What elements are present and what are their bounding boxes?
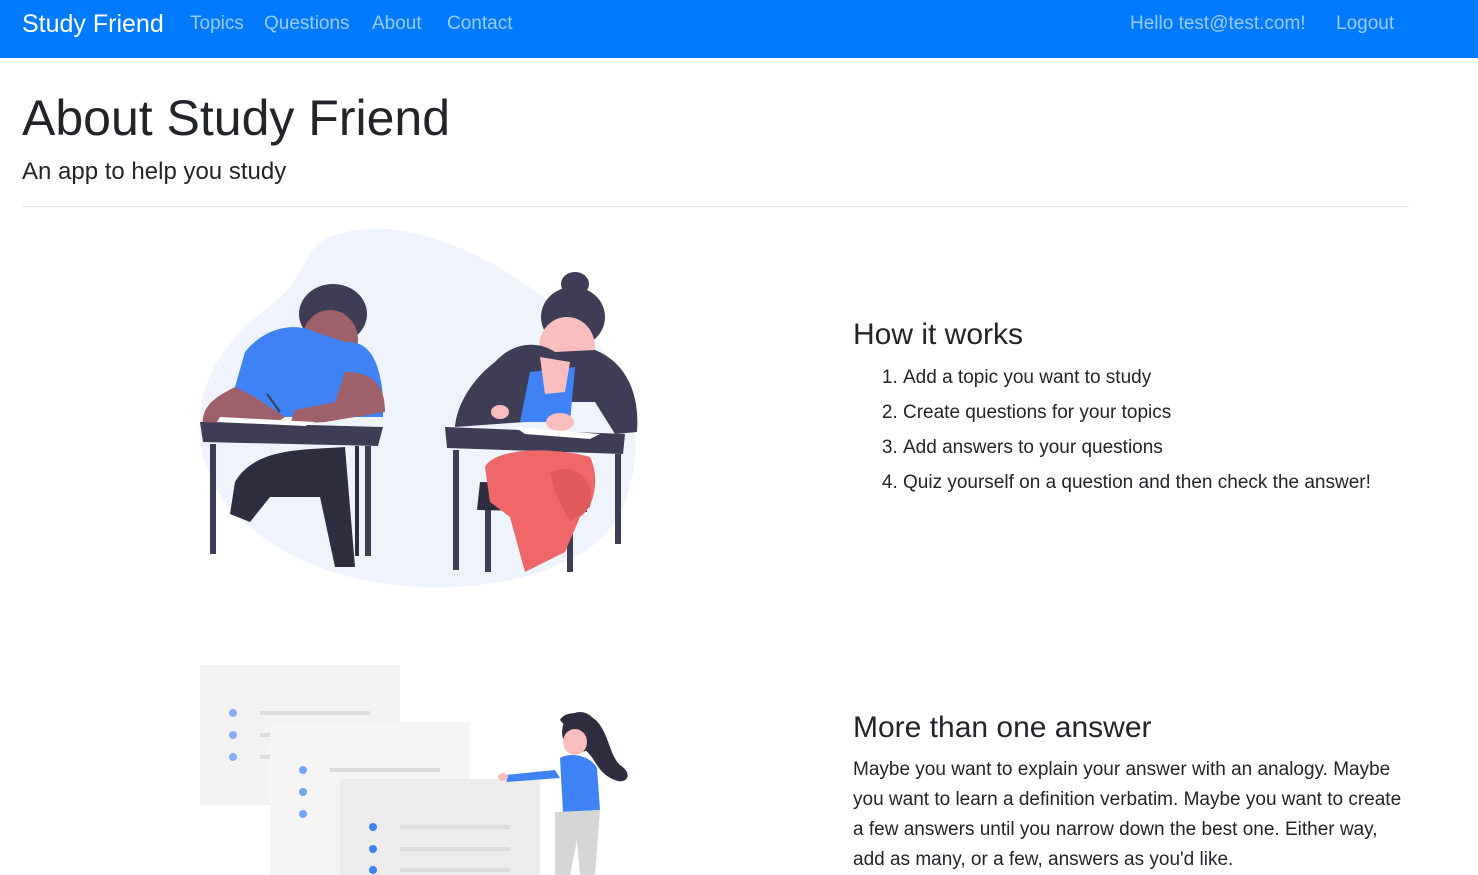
page-subtitle: An app to help you study <box>22 158 287 185</box>
list-item: Add a topic you want to study <box>903 360 1371 395</box>
nav-link-contact[interactable]: Contact <box>447 12 512 36</box>
list-item: Create questions for your topics <box>903 395 1371 430</box>
navbar: Study Friend Topics Questions About Cont… <box>0 0 1478 58</box>
nav-link-questions[interactable]: Questions <box>264 12 350 36</box>
logout-link[interactable]: Logout <box>1336 12 1394 36</box>
user-greeting: Hello test@test.com! <box>1130 13 1306 34</box>
more-than-one-answer-heading: More than one answer <box>853 711 1152 744</box>
steps-list: Add a topic you want to study Create que… <box>853 360 1371 500</box>
list-item: Add answers to your questions <box>903 430 1371 465</box>
how-it-works-heading: How it works <box>853 318 1024 351</box>
students-studying-illustration <box>199 228 638 588</box>
header-divider <box>22 206 1409 207</box>
nav-link-about[interactable]: About <box>372 12 422 36</box>
answer-cards-illustration <box>200 665 628 875</box>
page-title: About Study Friend <box>22 90 451 146</box>
list-item: Quiz yourself on a question and then che… <box>903 465 1371 500</box>
more-answers-paragraph: Maybe you want to explain your answer wi… <box>853 759 1402 870</box>
nav-link-topics[interactable]: Topics <box>190 12 244 36</box>
brand-link[interactable]: Study Friend <box>22 10 164 38</box>
